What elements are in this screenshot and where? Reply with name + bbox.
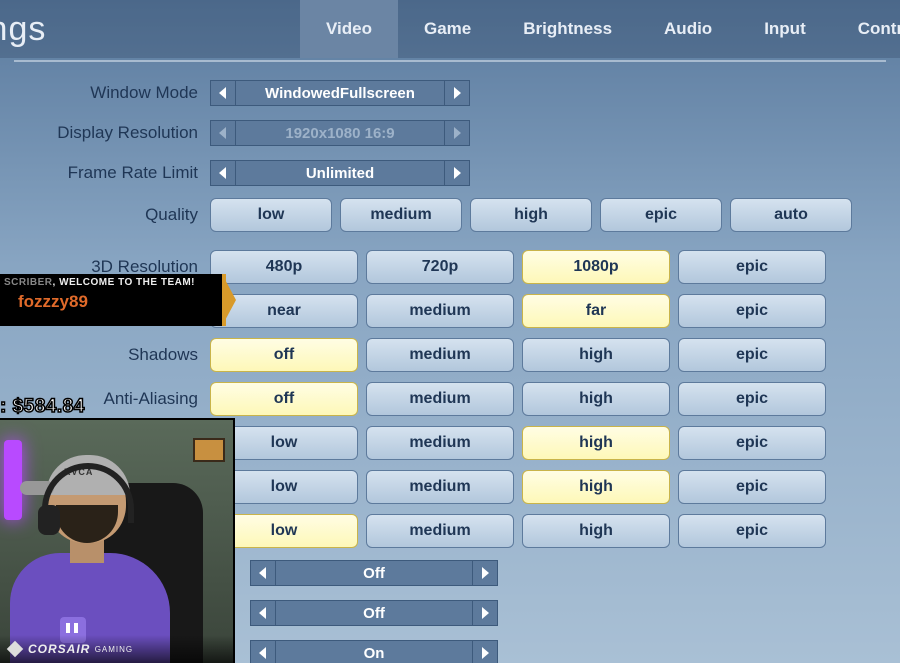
sponsor-bar: CORSAIR GAMING [0, 635, 233, 663]
option-view-distance-far[interactable]: far [522, 294, 670, 328]
arrow-left-icon[interactable] [250, 600, 276, 626]
tab-input[interactable]: Input [738, 0, 832, 58]
option-view-distance-epic[interactable]: epic [678, 294, 826, 328]
arrow-right-icon[interactable] [472, 600, 498, 626]
streamer-figure: RVCA [10, 463, 170, 663]
tab-video[interactable]: Video [300, 0, 398, 58]
options-row5: lowmediumhighepic [210, 470, 826, 504]
sponsor-name: CORSAIR [28, 642, 90, 656]
selector-frame-rate-limit: Unlimited [210, 160, 470, 186]
selector-value-toggle-1: Off [276, 600, 472, 626]
tab-audio[interactable]: Audio [638, 0, 738, 58]
arrow-right-icon[interactable] [472, 640, 498, 663]
subscriber-name: fozzzy89 [0, 288, 222, 312]
option-anti-aliasing-epic[interactable]: epic [678, 382, 826, 416]
selector-value-display-resolution: 1920x1080 16:9 [236, 120, 444, 146]
webcam-frame: RVCA CORSAIR GAMING [0, 418, 235, 663]
label-shadows: Shadows [0, 345, 210, 365]
arrow-right-icon[interactable] [472, 560, 498, 586]
subscriber-notification: SCRIBER, WELCOME TO THE TEAM! fozzzy89 [0, 274, 226, 326]
arrow-left-icon[interactable] [250, 560, 276, 586]
option-row4-high[interactable]: high [522, 426, 670, 460]
option-anti-aliasing-off[interactable]: off [210, 382, 358, 416]
arrow-left-icon[interactable] [210, 80, 236, 106]
option-shadows-off[interactable]: off [210, 338, 358, 372]
arrow-left-icon[interactable] [250, 640, 276, 663]
selector-toggle-1: Off [250, 600, 498, 626]
topbar-divider [14, 60, 886, 62]
wall-painting-icon [193, 438, 225, 462]
option-row6-high[interactable]: high [522, 514, 670, 548]
option-quality-auto[interactable]: auto [730, 198, 852, 232]
notification-suffix: , WELCOME TO THE TEAM! [53, 277, 195, 288]
option-anti-aliasing-medium[interactable]: medium [366, 382, 514, 416]
subscriber-notification-header: SCRIBER, WELCOME TO THE TEAM! [0, 274, 222, 288]
label-window-mode: Window Mode [0, 83, 210, 103]
arrow-right-icon[interactable] [444, 80, 470, 106]
label-quality: Quality [0, 205, 210, 225]
head-icon: RVCA [48, 461, 126, 543]
option-3d-resolution-720p[interactable]: 720p [366, 250, 514, 284]
option-quality-high[interactable]: high [470, 198, 592, 232]
option-row5-high[interactable]: high [522, 470, 670, 504]
options-quality: lowmediumhighepicauto [210, 198, 852, 232]
selector-window-mode: WindowedFullscreen [210, 80, 470, 106]
tab-game[interactable]: Game [398, 0, 497, 58]
selector-value-toggle-0: Off [276, 560, 472, 586]
selector-value-frame-rate-limit: Unlimited [236, 160, 444, 186]
settings-tabs: VideoGameBrightnessAudioInputControlle [300, 0, 900, 58]
option-row5-epic[interactable]: epic [678, 470, 826, 504]
settings-topbar: ings VideoGameBrightnessAudioInputContro… [0, 0, 900, 58]
tips-amount: $584.84 [13, 396, 85, 417]
label-frame-rate-limit: Frame Rate Limit [0, 163, 210, 183]
selector-display-resolution: 1920x1080 16:9 [210, 120, 470, 146]
tab-controlle[interactable]: Controlle [832, 0, 900, 58]
arrow-right-icon[interactable] [444, 160, 470, 186]
arrow-right-icon [444, 120, 470, 146]
option-3d-resolution-epic[interactable]: epic [678, 250, 826, 284]
option-anti-aliasing-high[interactable]: high [522, 382, 670, 416]
option-row6-medium[interactable]: medium [366, 514, 514, 548]
option-shadows-epic[interactable]: epic [678, 338, 826, 372]
option-view-distance-medium[interactable]: medium [366, 294, 514, 328]
options-view-distance: nearmediumfarepic [210, 294, 826, 328]
selector-value-window-mode: WindowedFullscreen [236, 80, 444, 106]
options-shadows: offmediumhighepic [210, 338, 826, 372]
option-row4-medium[interactable]: medium [366, 426, 514, 460]
option-shadows-medium[interactable]: medium [366, 338, 514, 372]
arrow-left-icon [210, 120, 236, 146]
tab-brightness[interactable]: Brightness [497, 0, 638, 58]
option-quality-epic[interactable]: epic [600, 198, 722, 232]
option-quality-low[interactable]: low [210, 198, 332, 232]
sponsor-sub: GAMING [95, 645, 133, 654]
option-quality-medium[interactable]: medium [340, 198, 462, 232]
page-title: ings [0, 10, 46, 49]
chevron-right-icon [222, 274, 236, 326]
tips-overlay: : $584.84 [0, 396, 85, 418]
option-row5-medium[interactable]: medium [366, 470, 514, 504]
option-row4-epic[interactable]: epic [678, 426, 826, 460]
option-row6-epic[interactable]: epic [678, 514, 826, 548]
selector-toggle-0: Off [250, 560, 498, 586]
corsair-logo-icon [8, 642, 22, 656]
notification-prefix: SCRIBER [4, 277, 53, 288]
option-3d-resolution-1080p[interactable]: 1080p [522, 250, 670, 284]
selector-toggle-2: On [250, 640, 498, 663]
option-shadows-high[interactable]: high [522, 338, 670, 372]
label-display-resolution: Display Resolution [0, 123, 210, 143]
options-3d-resolution: 480p720p1080pepic [210, 250, 826, 284]
earcup-icon [38, 505, 60, 535]
tips-prefix: : [0, 396, 13, 417]
arrow-left-icon[interactable] [210, 160, 236, 186]
options-row4: lowmediumhighepic [210, 426, 826, 460]
selector-value-toggle-2: On [276, 640, 472, 663]
options-anti-aliasing: offmediumhighepic [210, 382, 826, 416]
options-row6: lowmediumhighepic [210, 514, 826, 548]
